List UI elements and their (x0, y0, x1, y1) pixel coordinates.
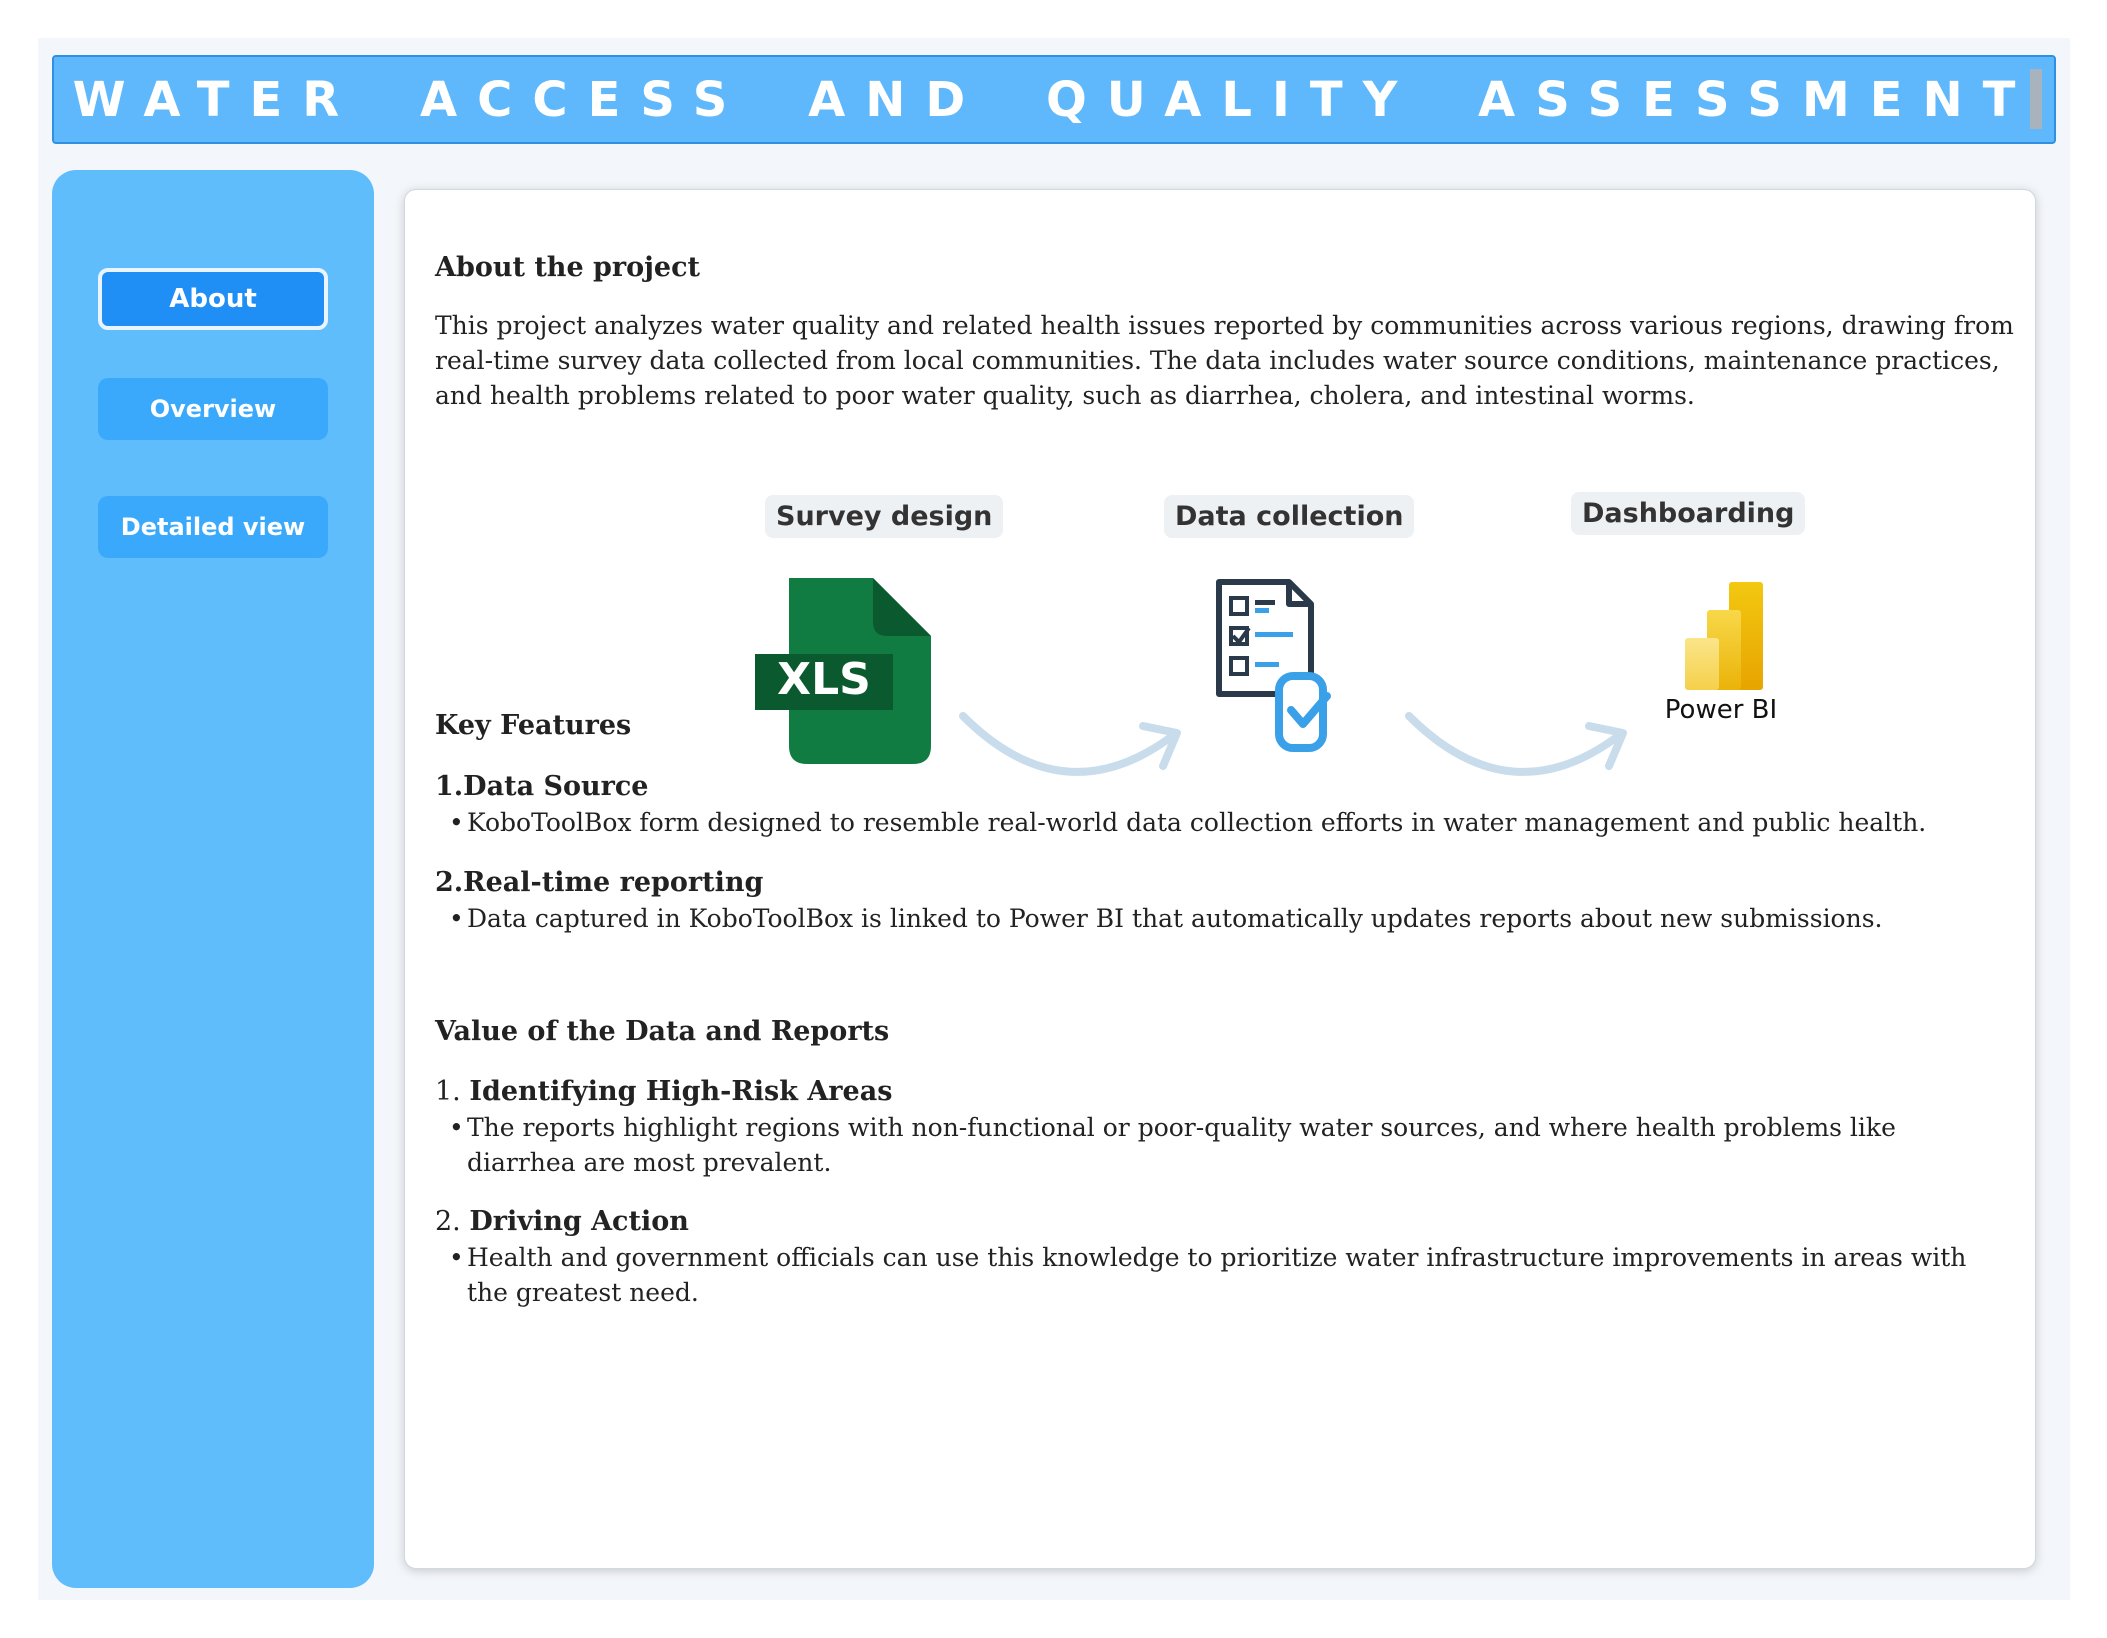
xls-file-icon: XLS (755, 578, 933, 764)
bullet-icon: • (449, 904, 464, 933)
value-title-driving-action: 2. Driving Action (435, 1206, 689, 1237)
arrow-right-icon (1401, 708, 1631, 792)
step-label-dashboarding: Dashboarding (1571, 492, 1806, 535)
bullet-icon: • (449, 1113, 464, 1142)
value-bullet-driving-action: • Health and government officials can use… (449, 1240, 2009, 1310)
key-features-heading: Key Features (435, 710, 632, 741)
about-heading: About the project (435, 252, 700, 283)
nav-detailed-view-button[interactable]: Detailed view (98, 496, 328, 558)
nav-overview-button[interactable]: Overview (98, 378, 328, 440)
step-label-data-collection: Data collection (1164, 495, 1415, 538)
survey-checklist-icon (1215, 578, 1339, 758)
nav-about-button[interactable]: About (98, 268, 328, 330)
content-panel: About the project This project analyzes … (404, 189, 2036, 1569)
value-heading: Value of the Data and Reports (435, 1016, 890, 1047)
step-label-survey-design: Survey design (765, 495, 1004, 538)
sidebar: About Overview Detailed view (52, 170, 374, 1588)
power-bi-logo: Power BI (1661, 582, 1781, 730)
feature-title-real-time-reporting: 2.Real-time reporting (435, 867, 764, 898)
arrow-right-icon (955, 708, 1185, 792)
xls-icon-text: XLS (777, 654, 871, 705)
feature-bullet-real-time-reporting: • Data captured in KoboToolBox is linked … (449, 901, 2009, 936)
feature-bullet-data-source: • KoboToolBox form designed to resemble r… (449, 805, 2009, 840)
bullet-icon: • (449, 808, 464, 837)
page-title: WATER ACCESS AND QUALITY ASSESSMENT (72, 71, 2036, 128)
power-bi-text: Power BI (1665, 695, 1777, 725)
value-title-high-risk-areas: 1. Identifying High-Risk Areas (435, 1076, 893, 1107)
about-text: This project analyzes water quality and … (435, 311, 2014, 410)
title-scrollbar[interactable] (2030, 69, 2042, 129)
title-banner: WATER ACCESS AND QUALITY ASSESSMENT (52, 55, 2056, 144)
bullet-icon: • (449, 1243, 464, 1272)
feature-title-data-source: 1.Data Source (435, 771, 649, 802)
value-bullet-high-risk-areas: • The reports highlight regions with non-… (449, 1110, 2009, 1180)
